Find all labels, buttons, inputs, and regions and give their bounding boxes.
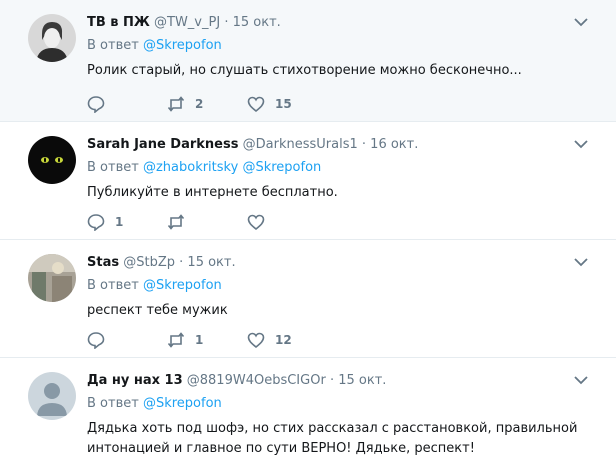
tweet-text: Дядька хоть под шофэ, но стих рассказал … xyxy=(87,421,578,456)
tweet-text: Ролик старый, но слушать стихотворение м… xyxy=(87,63,522,78)
avatar[interactable] xyxy=(28,136,76,184)
tweet-header: Sarah Jane Darkness @DarknessUrals1 · 16… xyxy=(87,136,418,154)
like-count: 15 xyxy=(275,97,292,111)
reply-prefix: В ответ xyxy=(87,278,139,293)
reply-prefix: В ответ xyxy=(87,396,139,411)
chevron-down-icon[interactable] xyxy=(574,257,588,267)
tweet[interactable]: Stas @StbZp · 15 окт. В ответ @Skrepofon… xyxy=(0,240,616,358)
retweet-icon xyxy=(167,214,185,230)
user-handle[interactable]: @StbZp xyxy=(123,255,175,270)
reply-icon xyxy=(87,214,105,231)
timestamp[interactable]: 15 окт. xyxy=(338,373,386,388)
timestamp[interactable]: 16 окт. xyxy=(370,137,418,152)
reply-prefix: В ответ xyxy=(87,160,139,175)
separator: · xyxy=(179,255,184,270)
display-name[interactable]: ТВ в ПЖ xyxy=(87,15,150,30)
reply-context: В ответ @Skrepofon xyxy=(87,277,222,295)
avatar[interactable] xyxy=(28,254,76,302)
like-icon xyxy=(247,96,265,113)
retweet-icon xyxy=(167,96,185,112)
tweet-header: Да ну нах 13 @8819W4OebsCIGOr · 15 окт. xyxy=(87,372,386,390)
reply-context: В ответ @Skrepofon xyxy=(87,37,222,55)
tweet[interactable]: Да ну нах 13 @8819W4OebsCIGOr · 15 окт. … xyxy=(0,358,616,465)
tweet-actions: 2 15 xyxy=(87,94,327,114)
display-name[interactable]: Да ну нах 13 xyxy=(87,373,183,388)
chevron-down-icon[interactable] xyxy=(574,17,588,27)
timestamp[interactable]: 15 окт. xyxy=(233,15,281,30)
separator: · xyxy=(329,373,335,388)
chevron-down-icon[interactable] xyxy=(574,139,588,149)
reply-context: В ответ @Skrepofon xyxy=(87,395,222,413)
retweet-button[interactable] xyxy=(167,213,247,231)
retweet-icon xyxy=(167,332,185,348)
display-name[interactable]: Sarah Jane Darkness xyxy=(87,137,238,152)
reply-button[interactable] xyxy=(87,95,167,113)
chevron-down-icon[interactable] xyxy=(574,375,588,385)
user-handle[interactable]: @8819W4OebsCIGOr xyxy=(187,373,326,388)
like-button[interactable] xyxy=(247,213,327,231)
reply-icon xyxy=(87,332,105,349)
avatar[interactable] xyxy=(28,372,76,420)
reply-count: 1 xyxy=(115,215,124,229)
reply-button[interactable]: 1 xyxy=(87,213,167,231)
tweet[interactable]: Sarah Jane Darkness @DarknessUrals1 · 16… xyxy=(0,122,616,240)
retweet-button[interactable]: 2 xyxy=(167,95,247,113)
separator: · xyxy=(224,15,229,30)
mention-link[interactable]: @Skrepofon xyxy=(143,396,222,411)
retweet-count: 1 xyxy=(195,333,204,347)
separator: · xyxy=(361,137,367,152)
timestamp[interactable]: 15 окт. xyxy=(187,255,235,270)
like-count: 12 xyxy=(275,333,292,347)
like-icon xyxy=(247,332,265,349)
tweet-actions: 1 xyxy=(87,212,327,232)
mention-link[interactable]: @zhabokritsky xyxy=(143,160,238,175)
reply-context: В ответ @zhabokritsky @Skrepofon xyxy=(87,159,321,177)
like-button[interactable]: 12 xyxy=(247,331,327,349)
like-icon xyxy=(247,214,265,231)
tweet-actions: 1 12 xyxy=(87,330,327,350)
retweet-button[interactable]: 1 xyxy=(167,331,247,349)
avatar[interactable] xyxy=(28,14,76,62)
mention-link[interactable]: @Skrepofon xyxy=(143,278,222,293)
user-handle[interactable]: @DarknessUrals1 xyxy=(243,137,358,152)
tweet-header: ТВ в ПЖ @TW_v_PJ · 15 окт. xyxy=(87,14,281,32)
mention-link[interactable]: @Skrepofon xyxy=(143,38,222,53)
tweet-header: Stas @StbZp · 15 окт. xyxy=(87,254,236,272)
retweet-count: 2 xyxy=(195,97,204,111)
like-button[interactable]: 15 xyxy=(247,95,327,113)
tweet-text: респект тебе мужик xyxy=(87,303,228,318)
user-handle[interactable]: @TW_v_PJ xyxy=(154,15,220,30)
display-name[interactable]: Stas xyxy=(87,255,119,270)
reply-prefix: В ответ xyxy=(87,38,139,53)
reply-icon xyxy=(87,96,105,113)
reply-button[interactable] xyxy=(87,331,167,349)
tweet-text: Публикуйте в интернете бесплатно. xyxy=(87,185,338,200)
tweet[interactable]: ТВ в ПЖ @TW_v_PJ · 15 окт. В ответ @Skre… xyxy=(0,0,616,122)
mention-link[interactable]: @Skrepofon xyxy=(242,160,321,175)
